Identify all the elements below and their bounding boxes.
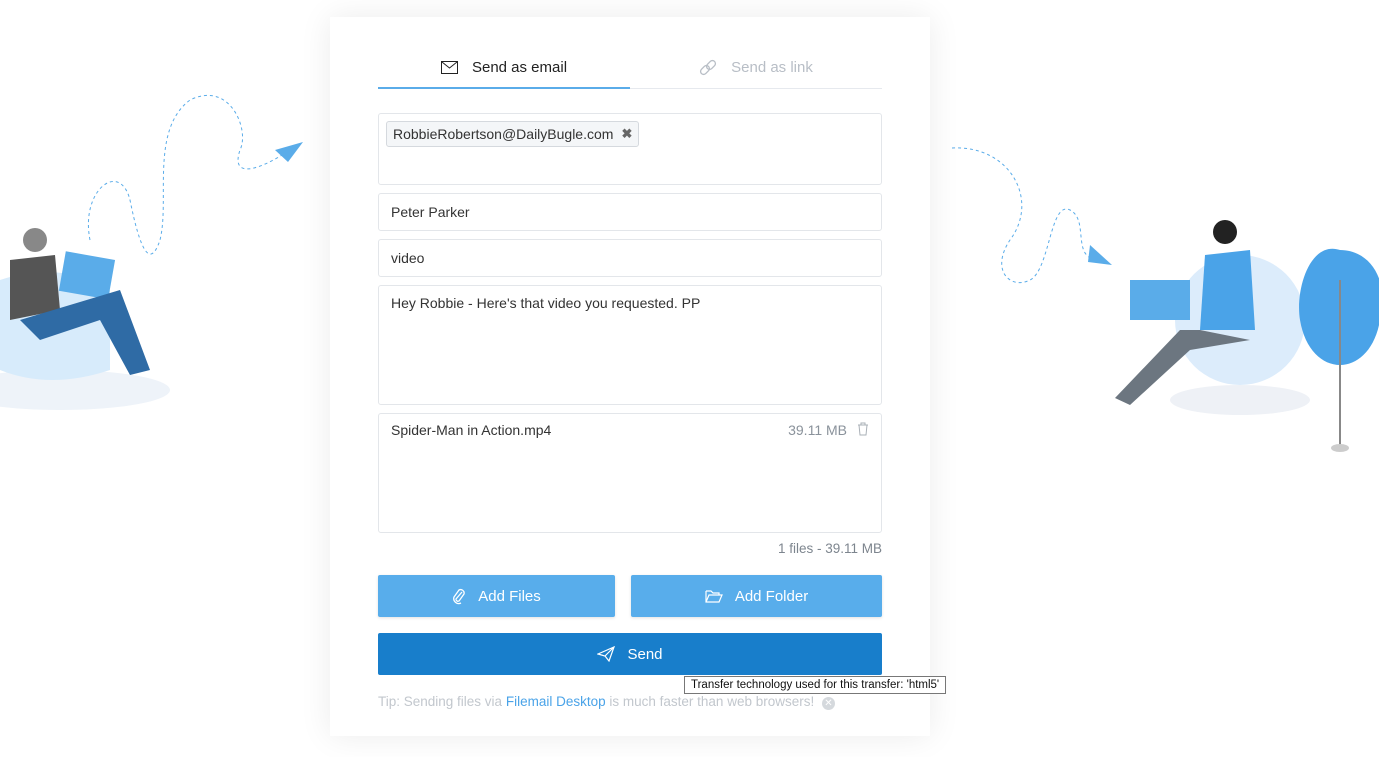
recipient-chip: RobbieRobertson@DailyBugle.com ✖: [386, 121, 640, 147]
link-icon: [700, 59, 717, 75]
trash-icon[interactable]: [857, 422, 869, 436]
tab-send-as-email[interactable]: Send as email: [378, 47, 630, 89]
add-files-button[interactable]: Add Files: [378, 575, 615, 617]
send-label: Send: [627, 645, 663, 663]
remove-recipient-icon[interactable]: ✖: [621, 126, 632, 142]
message-value: Hey Robbie - Here's that video you reque…: [391, 295, 701, 311]
tip-text: Tip: Sending files via Filemail Desktop …: [378, 694, 835, 710]
recipients-input[interactable]: RobbieRobertson@DailyBugle.com ✖: [378, 113, 882, 185]
from-name-input[interactable]: Peter Parker: [378, 193, 882, 231]
close-tip-icon[interactable]: ✕: [822, 697, 835, 710]
left-illustration: [0, 94, 303, 410]
recipient-email: RobbieRobertson@DailyBugle.com: [393, 126, 614, 142]
send-mode-tabs: Send as email Send as link: [378, 47, 882, 89]
tab-label: Send as email: [471, 58, 568, 76]
send-button[interactable]: Send: [378, 633, 882, 675]
from-name-value: Peter Parker: [391, 204, 470, 220]
envelope-icon: [440, 60, 458, 74]
right-illustration: [951, 147, 1379, 452]
tab-send-as-link[interactable]: Send as link: [630, 47, 882, 88]
subject-value: video: [391, 250, 425, 266]
add-folder-label: Add Folder: [734, 587, 809, 605]
add-folder-button[interactable]: Add Folder: [631, 575, 882, 617]
send-card: Send as email Send as link RobbieRoberts…: [330, 17, 930, 736]
subject-input[interactable]: video: [378, 239, 882, 277]
file-name: Spider-Man in Action.mp4: [391, 422, 552, 438]
tip-suffix: is much faster than web browsers!: [609, 694, 815, 709]
paper-plane-icon: [597, 646, 616, 662]
file-size: 39.11 MB: [788, 422, 847, 438]
folder-open-icon: [705, 590, 723, 603]
file-list: Spider-Man in Action.mp4 39.11 MB: [378, 413, 882, 533]
filemail-desktop-link[interactable]: Filemail Desktop: [506, 694, 606, 709]
file-row: Spider-Man in Action.mp4 39.11 MB: [391, 422, 869, 438]
transfer-tooltip: Transfer technology used for this transf…: [684, 676, 947, 694]
files-summary: 1 files - 39.11 MB: [777, 541, 882, 556]
tip-prefix: Tip: Sending files via: [378, 694, 503, 709]
add-files-label: Add Files: [478, 587, 541, 605]
message-textarea[interactable]: Hey Robbie - Here's that video you reque…: [378, 285, 882, 405]
paperclip-icon: [453, 588, 465, 605]
tab-label: Send as link: [731, 59, 813, 76]
